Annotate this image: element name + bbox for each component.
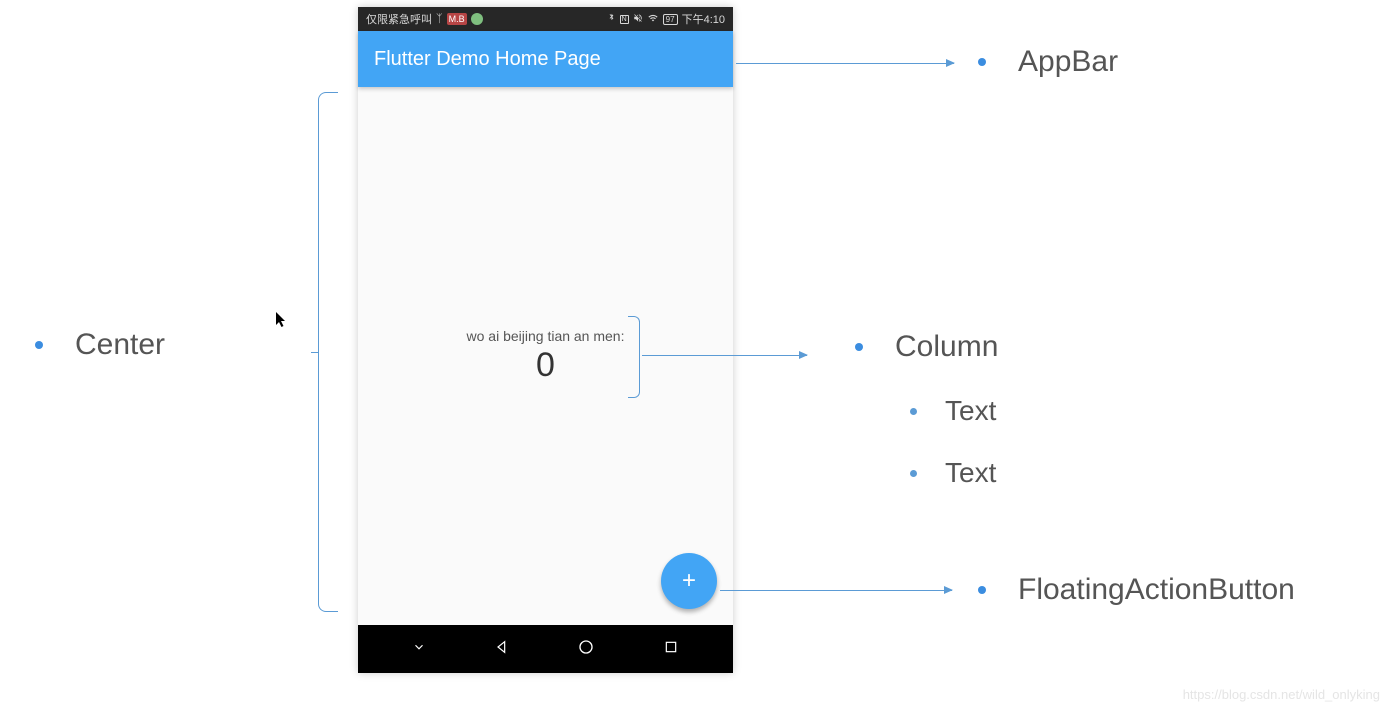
phone-frame: 仅限紧急呼叫 ᛉ M.B N 97 下午4:10 Flutter Demo Ho…: [358, 7, 733, 673]
hotspot-icon: ᛉ: [436, 13, 443, 25]
notification-badge: M.B: [447, 13, 467, 25]
status-carrier-text: 仅限紧急呼叫: [366, 11, 432, 27]
arrow-fab: [720, 590, 952, 591]
android-nav-bar: [358, 625, 733, 673]
bullet-icon: [35, 341, 43, 349]
status-right: N 97 下午4:10: [607, 11, 725, 27]
label-center-text: Center: [75, 328, 165, 362]
bullet-icon: [978, 58, 986, 66]
text-widget-1: wo ai beijing tian an men:: [467, 328, 625, 344]
label-appbar: AppBar: [978, 45, 1118, 79]
bracket-column: [628, 316, 640, 398]
cursor-icon: [276, 312, 288, 331]
label-column-text: Column: [895, 330, 998, 364]
text-widget-counter: 0: [536, 346, 555, 385]
label-text-2-text: Text: [945, 457, 996, 489]
battery-icon: 97: [663, 14, 678, 25]
bullet-icon: [855, 343, 863, 351]
label-column: Column: [855, 330, 998, 364]
status-left: 仅限紧急呼叫 ᛉ M.B: [366, 11, 483, 27]
app-bar-title: Flutter Demo Home Page: [374, 48, 601, 71]
bracket-center: [318, 92, 338, 612]
watermark: https://blog.csdn.net/wild_onlyking: [1183, 687, 1380, 702]
bluetooth-icon: [607, 12, 616, 26]
label-fab-text: FloatingActionButton: [1018, 573, 1295, 607]
arrow-column: [642, 355, 807, 356]
arrow-appbar: [736, 63, 954, 64]
status-bar: 仅限紧急呼叫 ᛉ M.B N 97 下午4:10: [358, 7, 733, 31]
plus-icon: +: [682, 567, 696, 595]
mute-icon: [633, 13, 643, 26]
floating-action-button[interactable]: +: [661, 553, 717, 609]
column-widget: wo ai beijing tian an men: 0: [467, 328, 625, 385]
app-bar: Flutter Demo Home Page: [358, 31, 733, 87]
home-icon[interactable]: [577, 638, 595, 661]
bullet-icon: [978, 586, 986, 594]
recents-icon[interactable]: [663, 639, 679, 660]
wifi-icon: [647, 13, 659, 26]
label-appbar-text: AppBar: [1018, 45, 1118, 79]
label-center: Center: [35, 328, 165, 362]
wechat-icon: [471, 13, 483, 25]
back-icon[interactable]: [494, 639, 510, 660]
collapse-icon[interactable]: [412, 640, 426, 659]
label-text-1: Text: [910, 395, 996, 427]
status-time: 下午4:10: [682, 11, 725, 27]
bullet-icon: [910, 470, 917, 477]
label-text-1-text: Text: [945, 395, 996, 427]
label-text-2: Text: [910, 457, 996, 489]
nfc-icon: N: [620, 15, 629, 24]
label-fab: FloatingActionButton: [978, 573, 1295, 607]
scaffold-body: wo ai beijing tian an men: 0 +: [358, 87, 733, 625]
bullet-icon: [910, 408, 917, 415]
